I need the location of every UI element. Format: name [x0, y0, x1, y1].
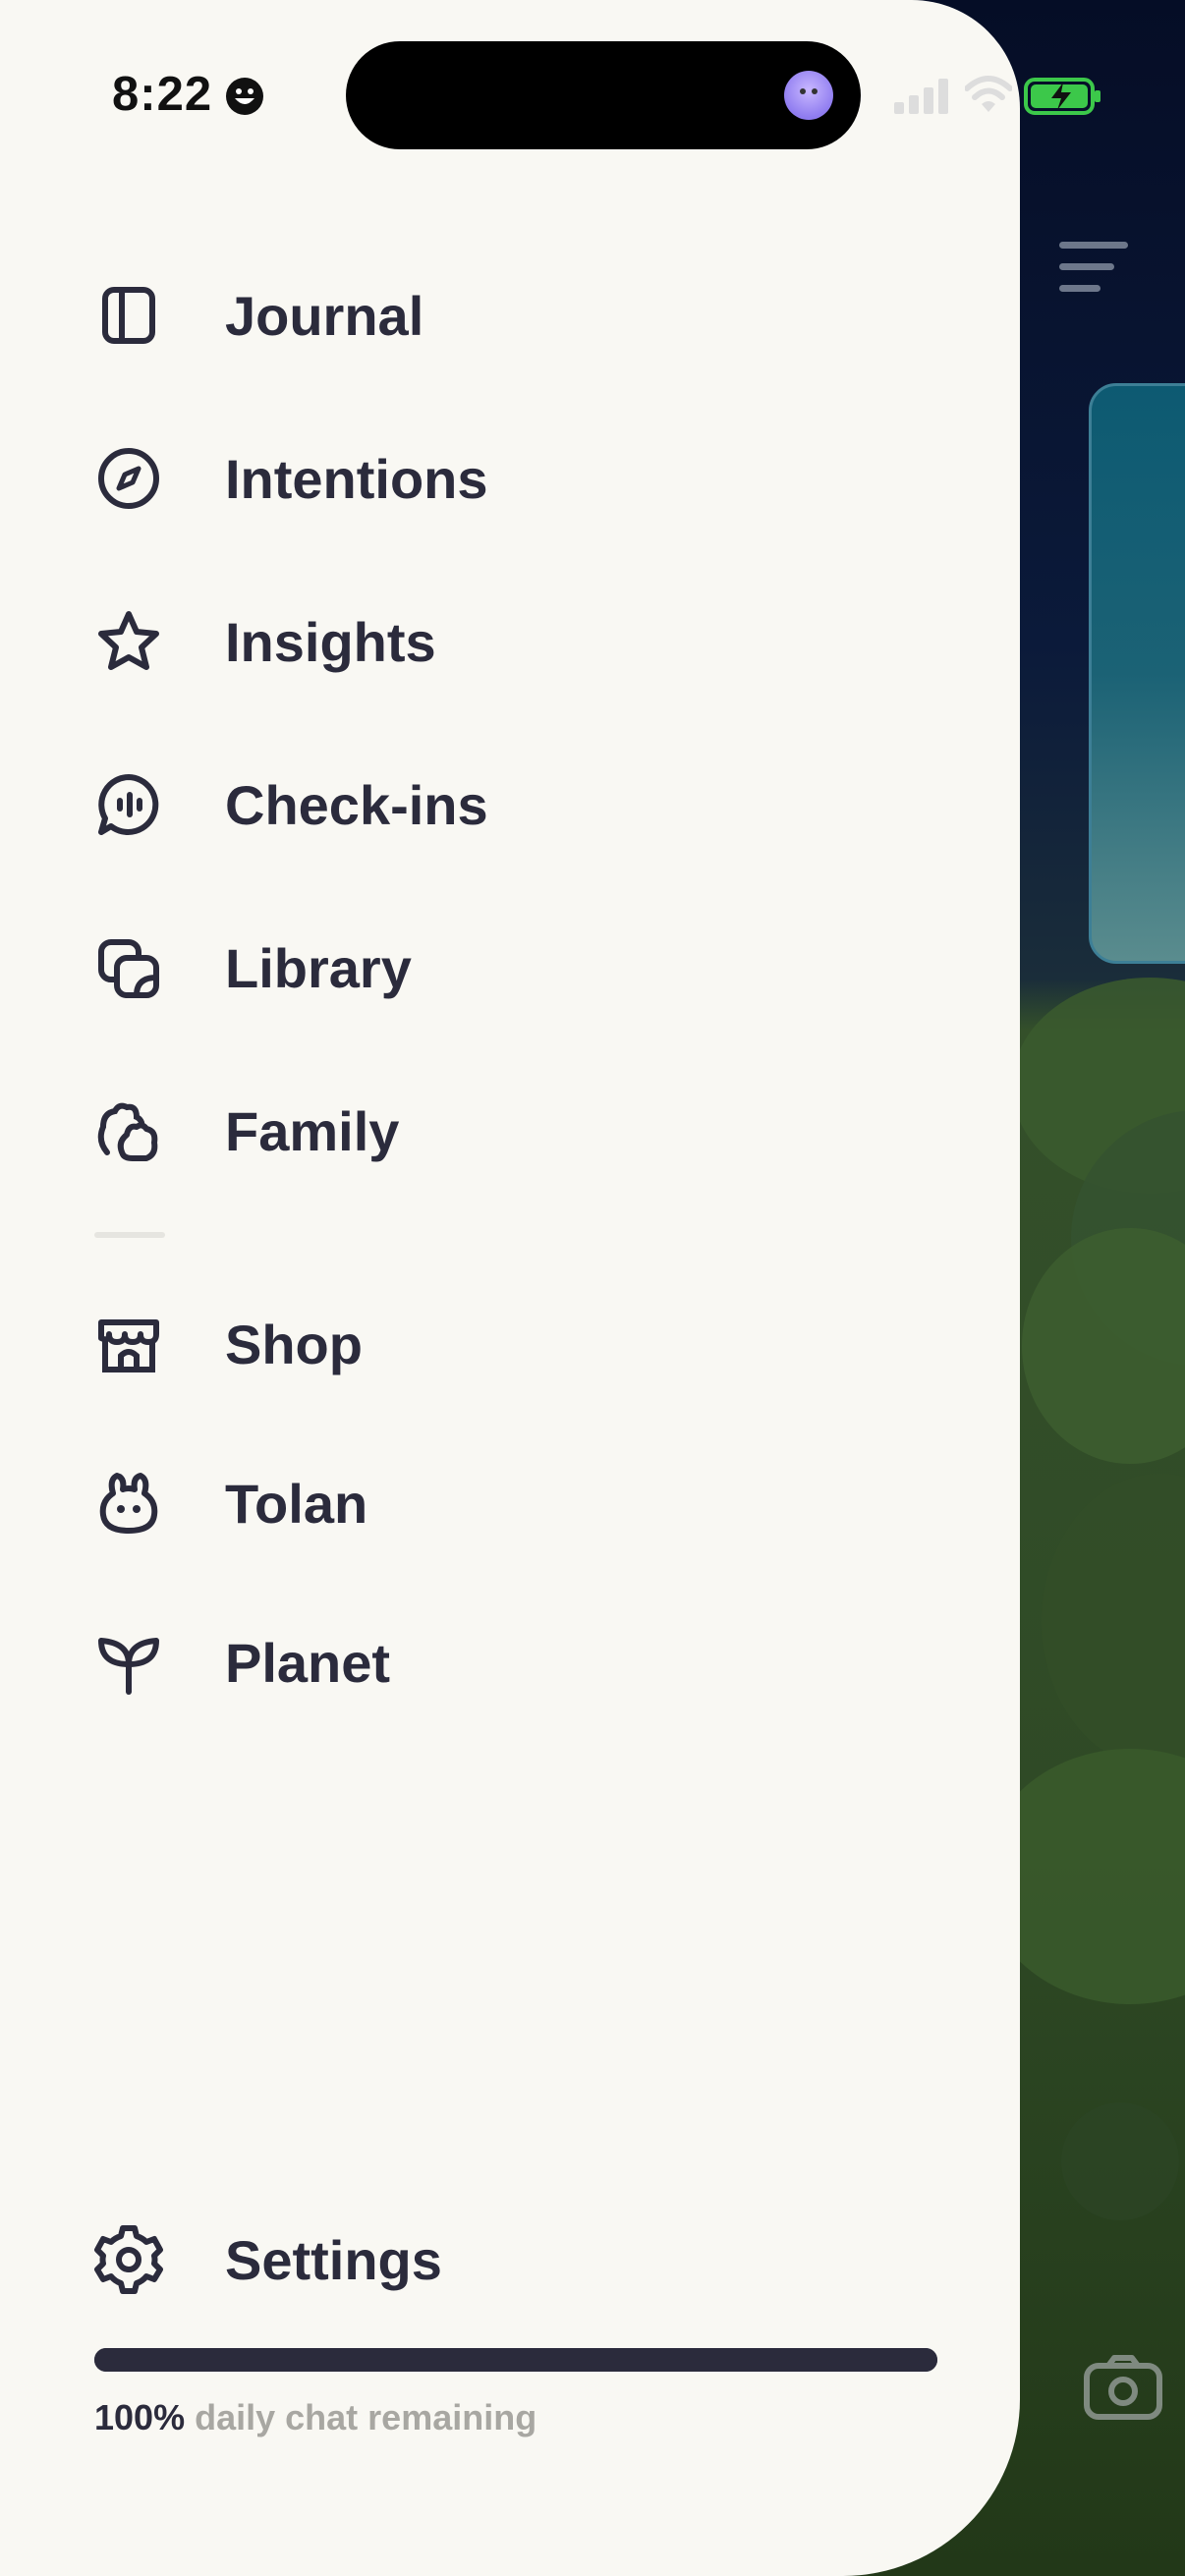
star-icon [93, 606, 164, 677]
menu-item-label: Tolan [225, 1472, 368, 1535]
status-bar: 8:22 [0, 0, 1185, 187]
menu-item-settings[interactable]: Settings [93, 2201, 683, 2319]
shop-icon [93, 1309, 164, 1379]
menu-item-library[interactable]: Library [93, 909, 683, 1027]
chat-quota-caption: daily chat remaining [195, 2397, 537, 2437]
smiley-icon [226, 78, 263, 115]
menu-divider [94, 1232, 165, 1238]
avatar [784, 71, 833, 120]
menu-item-label: Check-ins [225, 773, 488, 836]
family-icon [93, 1095, 164, 1166]
menu-item-shop[interactable]: Shop [93, 1285, 683, 1403]
chat-quota-percent: 100% [94, 2397, 186, 2437]
signal-icon [894, 79, 948, 114]
compass-icon [93, 443, 164, 514]
menu-item-label: Intentions [225, 447, 488, 510]
menu-item-label: Journal [225, 284, 424, 347]
chat-quota-text: 100% daily chat remaining [94, 2397, 536, 2438]
chat-bubble-icon [93, 769, 164, 840]
tolan-icon [93, 1468, 164, 1539]
background-card [1089, 383, 1185, 964]
menu-item-label: Library [225, 936, 412, 999]
menu-item-label: Settings [225, 2228, 442, 2291]
menu-item-label: Family [225, 1099, 400, 1162]
gear-icon [93, 2224, 164, 2295]
journal-icon [93, 280, 164, 351]
chat-quota-progress [94, 2348, 937, 2372]
menu-icon[interactable] [1059, 242, 1128, 307]
menu-item-family[interactable]: Family [93, 1072, 683, 1190]
battery-icon [1024, 78, 1100, 115]
menu-item-intentions[interactable]: Intentions [93, 420, 683, 537]
menu-item-tolan[interactable]: Tolan [93, 1444, 683, 1562]
camera-icon[interactable] [1083, 2354, 1163, 2421]
wifi-icon [965, 76, 1012, 112]
menu-item-check-ins[interactable]: Check-ins [93, 746, 683, 864]
menu-item-label: Shop [225, 1313, 363, 1375]
chat-quota-progress-fill [94, 2348, 937, 2372]
menu-item-journal[interactable]: Journal [93, 256, 683, 374]
library-icon [93, 932, 164, 1003]
menu-item-insights[interactable]: Insights [93, 583, 683, 700]
menu-item-planet[interactable]: Planet [93, 1603, 683, 1721]
menu-item-label: Insights [225, 610, 436, 673]
status-time: 8:22 [112, 68, 213, 121]
menu-item-label: Planet [225, 1631, 391, 1694]
sprout-icon [93, 1627, 164, 1698]
